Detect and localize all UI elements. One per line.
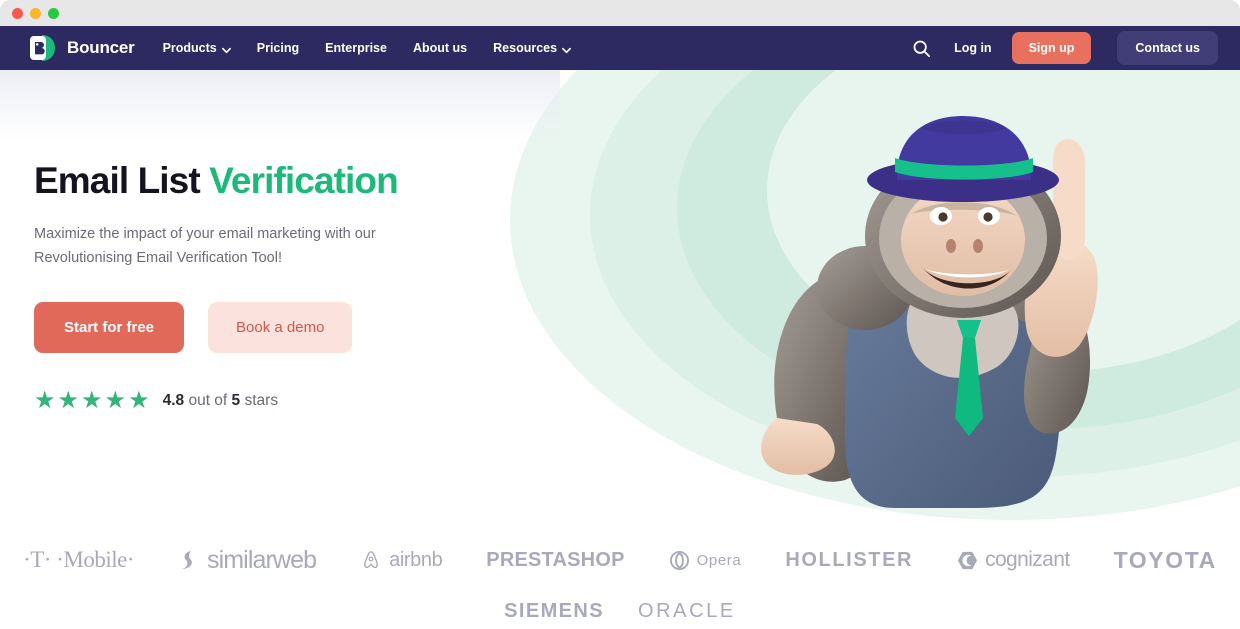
star-rating-icon: ★★★★★ — [34, 387, 152, 415]
rating-text: 4.8 out of 5 stars — [163, 392, 279, 410]
nav-links: Products Pricing Enterprise About us Res… — [163, 41, 572, 55]
brand-logo[interactable]: Bouncer — [28, 33, 135, 63]
nav-item-about-us-label: About us — [412, 41, 468, 55]
logo-similarweb-label: similarweb — [207, 545, 317, 574]
nav-item-pricing-label: Pricing — [256, 41, 300, 55]
rating-max: 5 — [231, 392, 241, 410]
login-link[interactable]: Log in — [950, 41, 996, 55]
nav-item-products-label: Products — [162, 41, 217, 55]
logo-t-mobile: ·T· ·Mobile· — [23, 547, 134, 572]
client-logo-strip: ·T· ·Mobile· similarweb airbnb PRESTASHO… — [0, 525, 1240, 629]
search-icon[interactable] — [908, 35, 934, 61]
nav-item-pricing[interactable]: Pricing — [257, 41, 299, 55]
logo-opera: Opera — [669, 543, 742, 577]
browser-window: Bouncer Products Pricing Enterprise Abou… — [0, 0, 1240, 629]
opera-glyph-icon — [669, 550, 689, 570]
rating-score: 4.8 — [162, 392, 185, 410]
hero-copy: Email List Verification Maximize the imp… — [0, 70, 520, 413]
logo-siemens: SIEMENS — [504, 599, 604, 622]
gorilla-mascot — [745, 88, 1125, 508]
cognizant-glyph-icon — [958, 551, 978, 569]
nav-item-enterprise[interactable]: Enterprise — [325, 41, 387, 55]
airbnb-glyph-icon — [364, 551, 378, 569]
logo-toyota: TOYOTA — [1113, 546, 1217, 573]
rating-middle-text: out of — [184, 392, 232, 410]
logo-cognizant: cognizant — [957, 543, 1070, 577]
bouncer-logo-icon — [28, 33, 58, 63]
minimize-window-button[interactable] — [30, 7, 41, 19]
browser-titlebar — [0, 0, 1240, 26]
signup-button[interactable]: Sign up — [1011, 32, 1092, 64]
rating-suffix: stars — [240, 392, 279, 410]
nav-item-about-us[interactable]: About us — [413, 41, 467, 55]
hero-cta-group: Start for free Book a demo — [34, 302, 520, 354]
logo-row-2: SIEMENS ORACLE — [504, 594, 736, 628]
hero-subtitle: Maximize the impact of your email market… — [34, 226, 376, 266]
hero-section: Email List Verification Maximize the imp… — [0, 70, 1240, 525]
nav-item-products[interactable]: Products — [163, 41, 231, 55]
nav-actions: Log in Sign up Contact us — [908, 31, 1218, 65]
nav-item-resources[interactable]: Resources — [493, 41, 572, 55]
hero-title-plain: Email List — [34, 160, 210, 201]
logo-oracle: ORACLE — [637, 599, 736, 622]
rating-row: ★★★★★ 4.8 out of 5 stars — [34, 389, 520, 413]
logo-cognizant-label: cognizant — [985, 548, 1070, 571]
logo-airbnb: airbnb — [360, 543, 443, 577]
logo-opera-label: Opera — [696, 551, 742, 569]
page-title: Email List Verification — [34, 160, 520, 201]
logo-hollister: HOLLISTER — [785, 548, 914, 571]
logo-prestashop: PRESTASHOP — [486, 548, 625, 571]
logo-row-1: ·T· ·Mobile· similarweb airbnb PRESTASHO… — [23, 543, 1217, 577]
start-for-free-button[interactable]: Start for free — [34, 302, 185, 354]
logo-similarweb: similarweb — [178, 543, 317, 577]
site-navbar: Bouncer Products Pricing Enterprise Abou… — [0, 26, 1240, 70]
similarweb-glyph-icon — [182, 551, 192, 569]
book-a-demo-button[interactable]: Book a demo — [208, 302, 353, 354]
close-window-button[interactable] — [12, 7, 23, 19]
hero-title-accent: Verification — [209, 160, 399, 201]
nav-item-resources-label: Resources — [493, 41, 558, 55]
chevron-down-icon — [562, 44, 572, 53]
zoom-window-button[interactable] — [48, 7, 59, 19]
chevron-down-icon — [221, 44, 231, 53]
contact-us-button[interactable]: Contact us — [1117, 31, 1218, 65]
brand-name: Bouncer — [67, 38, 135, 57]
nav-item-enterprise-label: Enterprise — [325, 41, 387, 55]
logo-airbnb-label: airbnb — [389, 548, 443, 571]
window-controls — [12, 7, 59, 19]
